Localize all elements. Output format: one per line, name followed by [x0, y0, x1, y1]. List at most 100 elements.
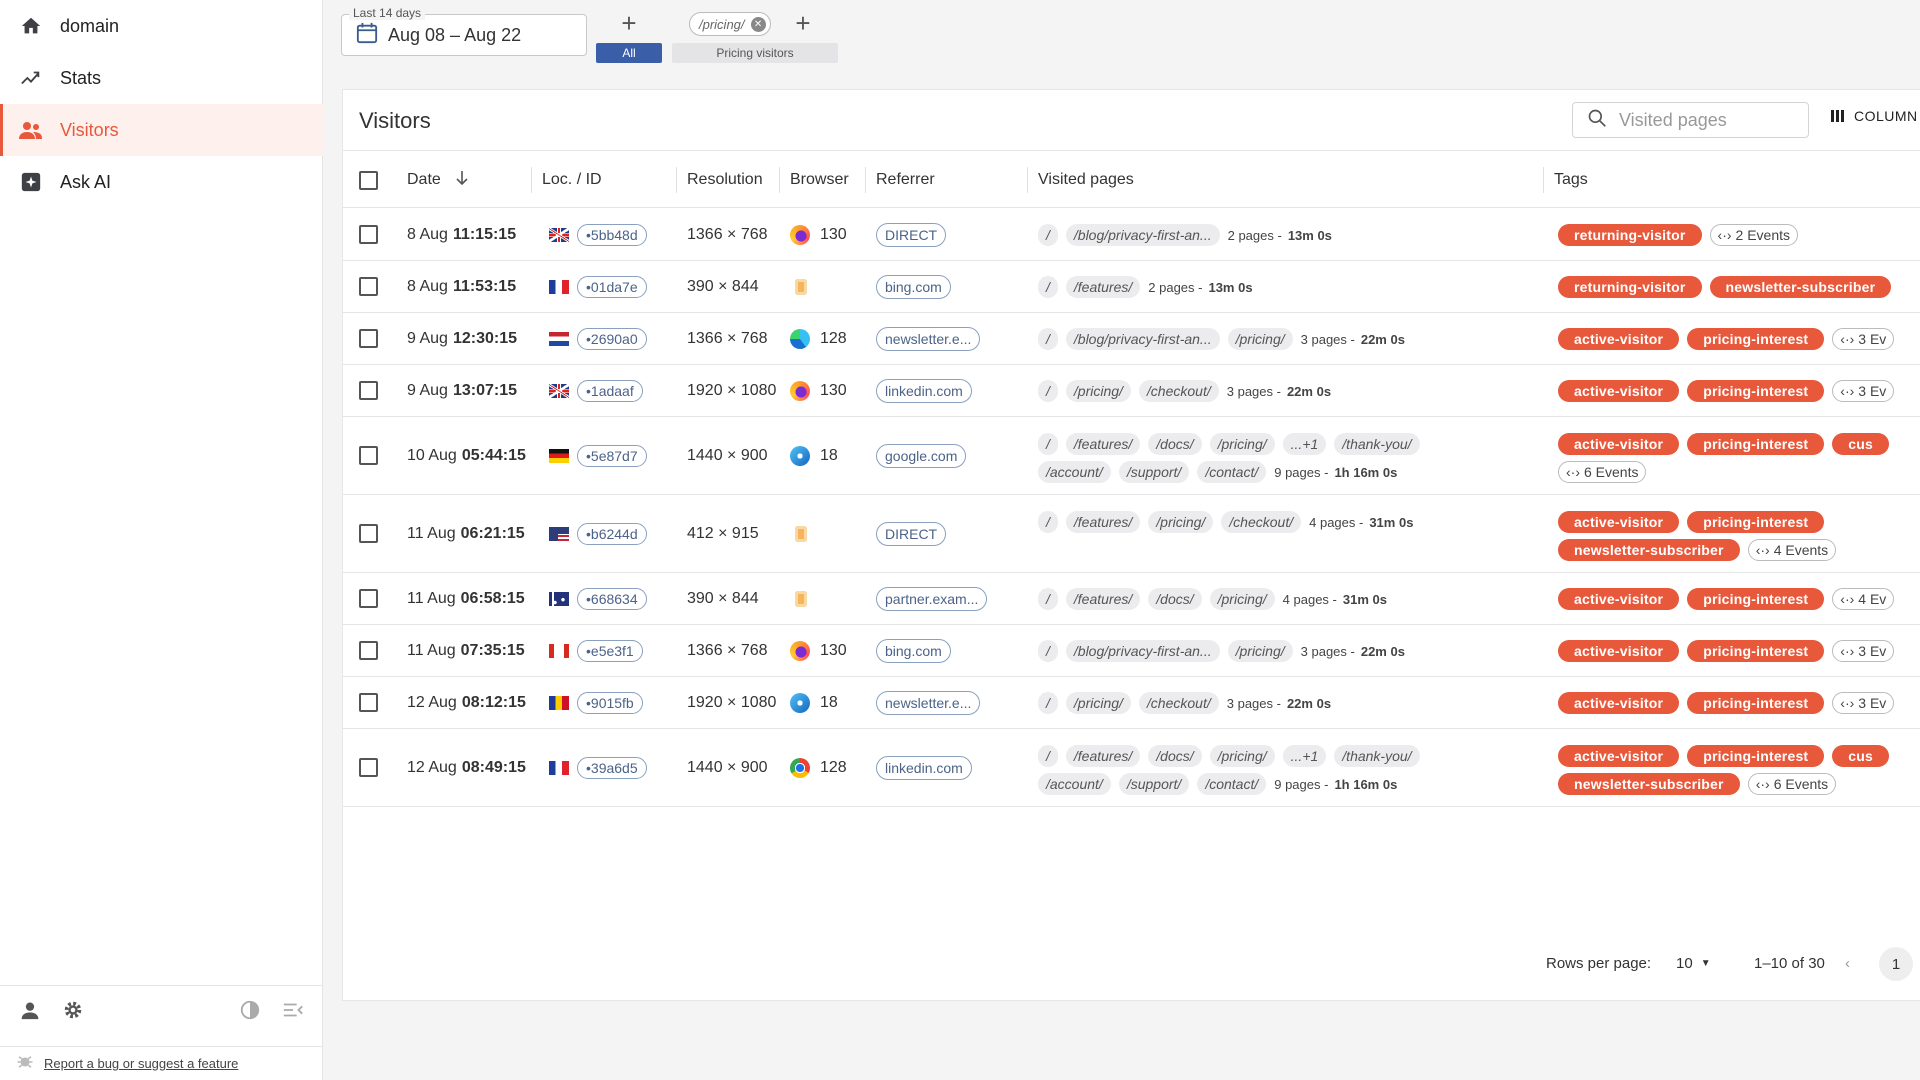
- events-badge[interactable]: ‹·› 3 Ev: [1832, 692, 1895, 714]
- page-button[interactable]: 1: [1879, 947, 1913, 981]
- tag-badge[interactable]: newsletter-subscriber: [1558, 539, 1740, 561]
- visited-page-chip[interactable]: /blog/privacy-first-an...: [1065, 640, 1220, 662]
- tag-badge[interactable]: active-visitor: [1558, 511, 1680, 533]
- tag-badge[interactable]: active-visitor: [1558, 380, 1680, 402]
- referrer-pill[interactable]: newsletter.e...: [876, 691, 981, 715]
- tag-badge[interactable]: pricing-interest: [1687, 692, 1825, 714]
- collapse-menu-icon[interactable]: [279, 996, 307, 1024]
- tag-badge[interactable]: cus: [1832, 745, 1890, 767]
- visited-page-chip[interactable]: /features/: [1065, 745, 1141, 767]
- col-date[interactable]: Date: [407, 151, 469, 209]
- tag-badge[interactable]: active-visitor: [1558, 640, 1680, 662]
- col-referrer[interactable]: Referrer: [876, 151, 935, 209]
- visited-page-chip[interactable]: /thank-you/: [1334, 745, 1420, 767]
- visited-page-chip[interactable]: /docs/: [1148, 588, 1202, 610]
- table-row[interactable]: 8 Aug 11:15:15 •5bb48d 1366 × 768 130 DIRECT /…: [343, 209, 1920, 261]
- table-row[interactable]: 9 Aug 12:30:15 •2690a0 1366 × 768 128 newslet…: [343, 313, 1920, 365]
- referrer-pill[interactable]: DIRECT: [876, 522, 947, 546]
- tag-badge[interactable]: returning-visitor: [1558, 224, 1702, 246]
- row-checkbox[interactable]: [359, 277, 378, 296]
- row-checkbox[interactable]: [359, 693, 378, 712]
- visited-page-chip[interactable]: /pricing/: [1148, 511, 1214, 533]
- col-loc[interactable]: Loc. / ID: [542, 151, 602, 209]
- referrer[interactable]: linkedin.com: [876, 378, 972, 404]
- row-checkbox[interactable]: [359, 524, 378, 543]
- visitor-id[interactable]: •b6244d: [577, 523, 647, 545]
- referrer[interactable]: DIRECT: [876, 521, 947, 547]
- sidebar-item-stats[interactable]: Stats: [0, 52, 323, 104]
- col-visited-pages[interactable]: Visited pages: [1038, 151, 1134, 209]
- referrer-pill[interactable]: DIRECT: [876, 223, 947, 247]
- tag-badge[interactable]: active-visitor: [1558, 433, 1680, 455]
- visited-page-chip[interactable]: /: [1038, 224, 1058, 246]
- referrer[interactable]: google.com: [876, 443, 967, 469]
- row-checkbox[interactable]: [359, 381, 378, 400]
- col-browser[interactable]: Browser: [790, 151, 849, 209]
- table-row[interactable]: 11 Aug 07:35:15 •e5e3f1 1366 × 768 130 bing.c…: [343, 625, 1920, 677]
- segment-pricing-visitors-tab[interactable]: Pricing visitors: [672, 43, 838, 63]
- visitor-id[interactable]: •668634: [577, 588, 647, 610]
- arrow-down-icon[interactable]: [455, 170, 469, 191]
- visited-page-chip[interactable]: /contact/: [1197, 773, 1267, 795]
- visited-page-chip[interactable]: /: [1038, 276, 1058, 298]
- referrer[interactable]: bing.com: [876, 274, 951, 300]
- table-row[interactable]: 11 Aug 06:58:15 •668634 390 × 844 partner.ex…: [343, 573, 1920, 625]
- visitor-id[interactable]: •2690a0: [577, 328, 647, 350]
- tag-badge[interactable]: returning-visitor: [1558, 276, 1702, 298]
- visitor-id[interactable]: •5bb48d: [577, 224, 647, 246]
- col-resolution[interactable]: Resolution: [687, 151, 763, 209]
- row-checkbox[interactable]: [359, 446, 378, 465]
- visited-page-chip[interactable]: /account/: [1038, 773, 1111, 795]
- visited-page-chip[interactable]: /: [1038, 692, 1058, 714]
- visited-page-chip[interactable]: /blog/privacy-first-an...: [1065, 224, 1220, 246]
- tag-badge[interactable]: pricing-interest: [1687, 511, 1825, 533]
- events-badge[interactable]: ‹·› 3 Ev: [1832, 328, 1895, 350]
- tag-badge[interactable]: pricing-interest: [1687, 640, 1825, 662]
- visited-page-chip[interactable]: /features/: [1065, 588, 1141, 610]
- events-badge[interactable]: ‹·› 2 Events: [1709, 224, 1799, 246]
- table-row[interactable]: 8 Aug 11:53:15 •01da7e 390 × 844 bing.com / /f…: [343, 261, 1920, 313]
- date-range-picker[interactable]: Aug 08 – Aug 22: [341, 14, 587, 56]
- visited-page-chip[interactable]: /support/: [1118, 461, 1190, 483]
- rows-per-page-select[interactable]: 10 ▼: [1676, 955, 1711, 972]
- theme-toggle-icon[interactable]: [236, 996, 264, 1024]
- visitor-id[interactable]: •1adaaf: [577, 380, 643, 402]
- visited-page-chip[interactable]: /: [1038, 433, 1058, 455]
- referrer-pill[interactable]: linkedin.com: [876, 756, 972, 780]
- visited-page-chip[interactable]: /: [1038, 328, 1058, 350]
- row-checkbox[interactable]: [359, 225, 378, 244]
- visited-page-chip[interactable]: /pricing/: [1227, 328, 1293, 350]
- visited-page-chip[interactable]: /pricing/: [1209, 745, 1275, 767]
- tag-badge[interactable]: pricing-interest: [1687, 745, 1825, 767]
- visitor-id[interactable]: •5e87d7: [577, 445, 647, 467]
- visited-page-chip[interactable]: /checkout/: [1138, 692, 1219, 714]
- visited-page-chip[interactable]: /docs/: [1148, 745, 1202, 767]
- row-checkbox[interactable]: [359, 758, 378, 777]
- row-checkbox[interactable]: [359, 589, 378, 608]
- visitor-id[interactable]: •9015fb: [577, 692, 643, 714]
- close-icon[interactable]: ✕: [750, 16, 766, 32]
- visited-page-chip[interactable]: /checkout/: [1138, 380, 1219, 402]
- tag-badge[interactable]: pricing-interest: [1687, 328, 1825, 350]
- referrer-pill[interactable]: bing.com: [876, 275, 951, 299]
- visited-page-chip[interactable]: /pricing/: [1209, 433, 1275, 455]
- referrer[interactable]: DIRECT: [876, 222, 947, 248]
- visited-page-chip[interactable]: /features/: [1065, 511, 1141, 533]
- events-badge[interactable]: ‹·› 3 Ev: [1832, 640, 1895, 662]
- segment-all-tab[interactable]: All: [596, 43, 662, 63]
- referrer[interactable]: newsletter.e...: [876, 326, 981, 352]
- visited-page-chip[interactable]: /features/: [1065, 433, 1141, 455]
- events-badge[interactable]: ‹·› 3 Ev: [1832, 380, 1895, 402]
- row-checkbox[interactable]: [359, 641, 378, 660]
- visited-page-chip[interactable]: /: [1038, 588, 1058, 610]
- referrer[interactable]: partner.exam...: [876, 586, 988, 612]
- visited-pages-search[interactable]: [1572, 102, 1809, 138]
- tag-badge[interactable]: newsletter-subscriber: [1709, 276, 1892, 298]
- visitor-id[interactable]: •01da7e: [577, 276, 647, 298]
- visited-page-chip[interactable]: /: [1038, 511, 1058, 533]
- table-row[interactable]: 10 Aug 05:44:15 •5e87d7 1440 × 900 18 google.…: [343, 417, 1920, 495]
- select-all-checkbox[interactable]: [359, 151, 378, 209]
- visitor-id[interactable]: •39a6d5: [577, 757, 647, 779]
- tag-badge[interactable]: pricing-interest: [1687, 380, 1825, 402]
- events-badge[interactable]: ‹·› 4 Ev: [1832, 588, 1895, 610]
